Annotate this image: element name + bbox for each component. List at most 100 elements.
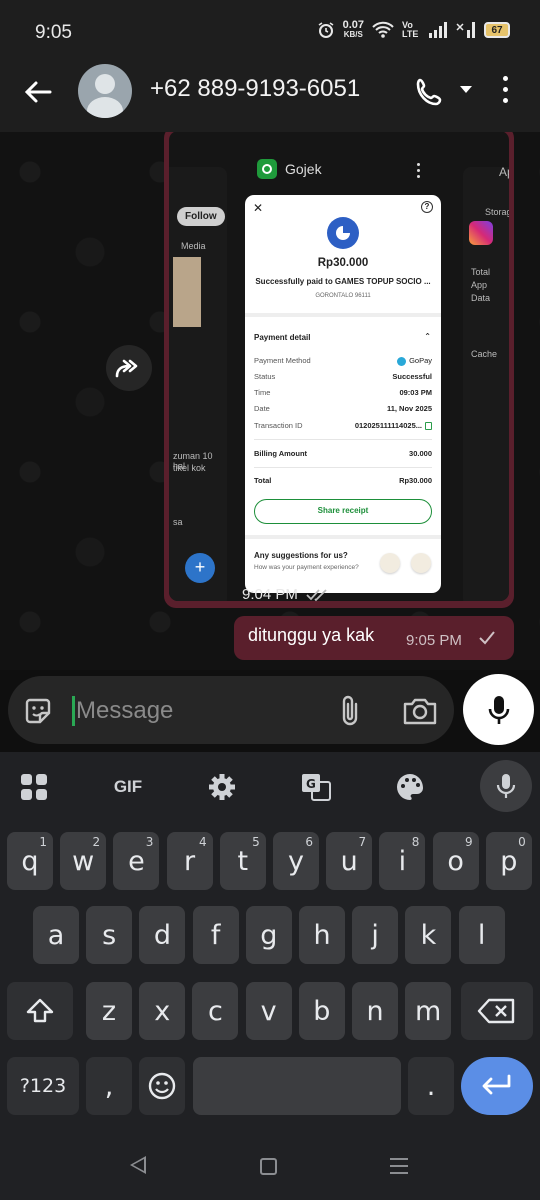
alarm-icon [318, 22, 334, 38]
key-x[interactable]: x [139, 982, 186, 1040]
plus-icon: + [185, 553, 215, 583]
more-options-icon[interactable] [503, 76, 509, 106]
sticker-emoji-icon[interactable] [22, 695, 54, 727]
settings-gear-icon[interactable] [202, 767, 242, 807]
nav-back-icon[interactable] [130, 1156, 146, 1174]
key-n[interactable]: n [352, 982, 398, 1040]
key-b[interactable]: b [298, 982, 345, 1040]
forward-button[interactable] [106, 345, 152, 391]
single-check-icon [479, 631, 495, 645]
text-cursor [72, 696, 75, 726]
key-i[interactable]: i8 [379, 832, 426, 890]
divider [245, 535, 441, 539]
signal-x-icon [456, 22, 475, 38]
right-app-label: Ap [499, 165, 509, 179]
shared-screenshot[interactable]: Follow Media zuman 10 hal tikel kok sa +… [169, 132, 509, 601]
chevron-up-icon: ⌃ [424, 332, 431, 341]
key-d[interactable]: d [139, 906, 186, 964]
key-m[interactable]: m [405, 982, 452, 1040]
instagram-icon [469, 221, 493, 245]
backspace-key[interactable] [461, 982, 533, 1040]
close-icon: ✕ [253, 201, 264, 215]
key-c[interactable]: c [192, 982, 239, 1040]
key-t[interactable]: t5 [219, 832, 266, 890]
message-input[interactable]: Message [8, 676, 454, 744]
phone-call-icon[interactable] [414, 76, 446, 108]
comma-key[interactable]: , [86, 1057, 132, 1115]
key-j[interactable]: j [352, 906, 399, 964]
keyboard-toolbar: GIF G [0, 752, 540, 822]
app-label: App [471, 280, 488, 290]
keyboard: GIF G q1w2e3r4t5y6u7i8o9p0 asdfghjkl zxcvb… [0, 752, 540, 1130]
key-u[interactable]: u7 [326, 832, 373, 890]
key-p[interactable]: p0 [485, 832, 532, 890]
key-v[interactable]: v [245, 982, 292, 1040]
key-q[interactable]: q1 [7, 832, 53, 890]
contact-avatar[interactable] [78, 64, 132, 118]
key-z[interactable]: z [86, 982, 132, 1040]
divider [245, 313, 441, 317]
key-g[interactable]: g [245, 906, 292, 964]
image-message-bubble[interactable]: Follow Media zuman 10 hal tikel kok sa +… [164, 132, 514, 608]
microphone-icon [488, 695, 509, 724]
camera-icon[interactable] [402, 696, 438, 726]
receipt-row: Date 11, Nov 2025 [254, 404, 432, 413]
sticker-icon [411, 553, 431, 573]
voice-record-button[interactable] [463, 674, 534, 745]
space-key[interactable] [193, 1057, 401, 1115]
contact-name[interactable]: +62 889-9193-6051 [150, 75, 360, 103]
net-speed: 0.07 KB/S [342, 19, 364, 40]
receipt-amount: Rp30.000 [317, 257, 369, 269]
status-time: 9:05 [35, 22, 72, 43]
volte-label: Vo LTE [402, 20, 419, 39]
key-a[interactable]: a [33, 906, 79, 964]
key-s[interactable]: s [86, 906, 133, 964]
voice-typing-button[interactable] [480, 760, 532, 812]
microphone-icon [496, 774, 516, 798]
image-message-time: 9:04 PM [242, 586, 330, 603]
data-label: Data [471, 293, 491, 303]
key-h[interactable]: h [299, 906, 345, 964]
message-text: ditunggu ya kak [248, 625, 375, 645]
key-k[interactable]: k [405, 906, 452, 964]
battery-indicator: 67 [484, 22, 510, 38]
enter-key[interactable] [461, 1057, 533, 1115]
left-text-2: tikel kok [173, 463, 206, 473]
receipt-location: GORONTALO 96111 [315, 293, 371, 299]
back-arrow-icon[interactable] [22, 76, 54, 108]
gif-button[interactable]: GIF [108, 767, 148, 807]
attach-icon[interactable] [336, 694, 364, 728]
share-receipt-button: Share receipt [254, 499, 432, 524]
divider [254, 467, 432, 468]
text-message-bubble[interactable]: ditunggu ya kak 9:05 PM [234, 616, 514, 660]
message-time: 9:05 PM [406, 632, 462, 649]
key-f[interactable]: f [192, 906, 239, 964]
key-r[interactable]: r4 [166, 832, 213, 890]
emoji-key[interactable] [139, 1057, 185, 1115]
period-key[interactable]: . [408, 1057, 454, 1115]
app-more-icon [417, 163, 421, 181]
key-y[interactable]: y6 [273, 832, 319, 890]
svg-text:G: G [306, 777, 316, 791]
recent-app-title: Gojek [257, 159, 322, 179]
shift-icon [26, 998, 54, 1023]
nav-home-icon[interactable] [260, 1158, 277, 1175]
key-l[interactable]: l [458, 906, 505, 964]
key-e[interactable]: e3 [113, 832, 160, 890]
nav-recents-icon[interactable] [390, 1158, 408, 1179]
key-o[interactable]: o9 [432, 832, 479, 890]
theme-palette-icon[interactable] [390, 767, 430, 807]
key-w[interactable]: w2 [60, 832, 107, 890]
cache-label: Cache [471, 349, 498, 359]
receipt-row: Transaction ID 012025111114025... [254, 421, 432, 431]
composer-bar: Message [0, 670, 540, 752]
translate-icon[interactable]: G [296, 767, 336, 807]
media-thumbnail [173, 257, 201, 327]
left-app-card: Follow Media zuman 10 hal tikel kok sa + [169, 167, 227, 601]
shift-key[interactable] [7, 982, 73, 1040]
symbols-key[interactable]: ?123 [7, 1057, 79, 1115]
help-icon: ? [421, 201, 433, 213]
call-dropdown-icon[interactable] [460, 86, 472, 93]
double-check-icon [306, 589, 327, 602]
apps-grid-icon[interactable] [14, 767, 54, 807]
